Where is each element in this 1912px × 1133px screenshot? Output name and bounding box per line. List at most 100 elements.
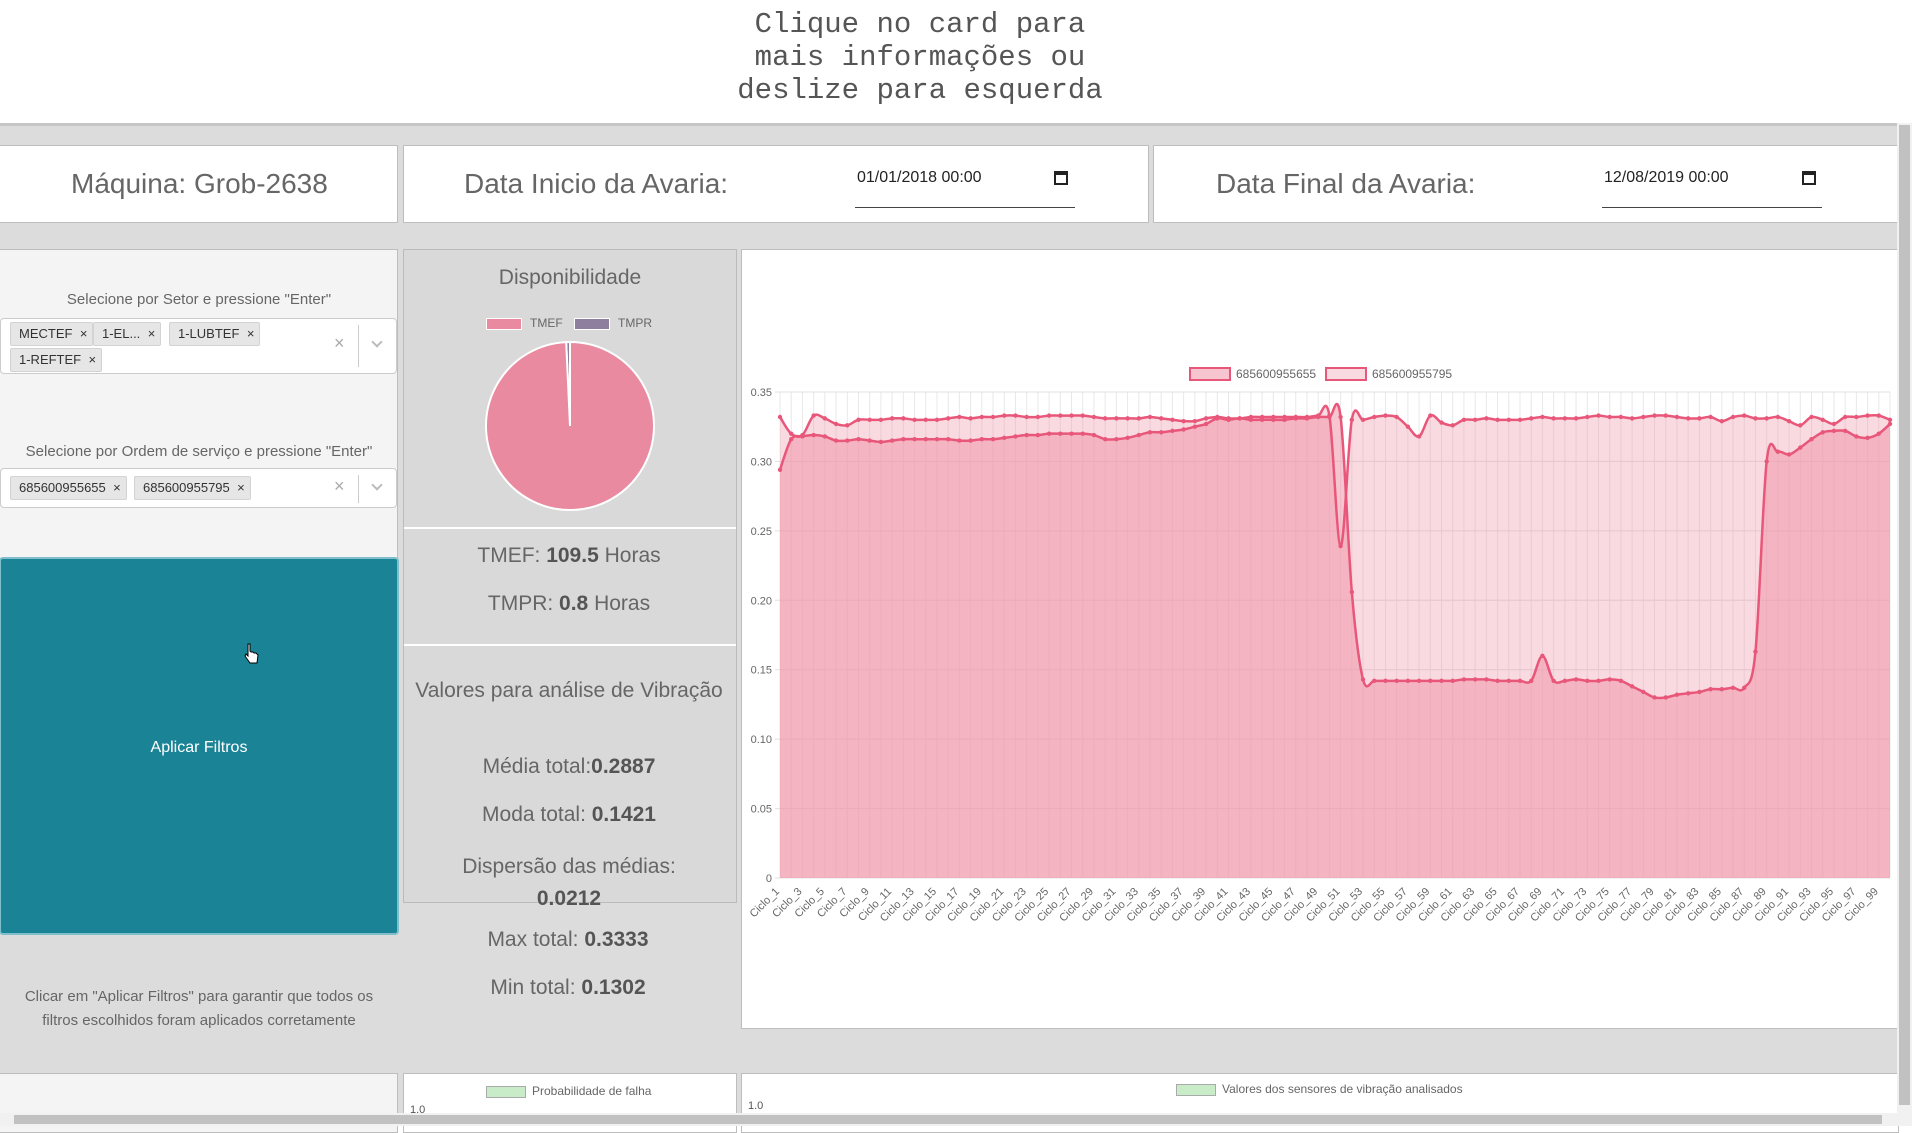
data-point (1730, 414, 1736, 420)
data-point (1461, 417, 1467, 422)
data-point (1484, 677, 1489, 682)
data-point (822, 434, 828, 439)
data-point (1551, 416, 1556, 421)
order-tag[interactable]: 685600955795 × (134, 476, 251, 500)
data-point (1551, 678, 1556, 684)
apply-filters-button[interactable]: Aplicar Filtros (0, 557, 399, 935)
data-point (1349, 417, 1355, 422)
data-point (945, 437, 951, 442)
start-date-input[interactable]: 01/01/2018 00:00 (857, 169, 982, 187)
data-point (945, 416, 951, 421)
tmef-stat: TMEF: 109.5 Horas (477, 544, 661, 567)
clear-icon[interactable]: × (334, 333, 345, 354)
sector-select[interactable]: MECTEF × 1-EL... × 1-LUBTEF × 1-REFTEF × × (0, 318, 397, 374)
remove-tag-icon[interactable]: × (247, 323, 255, 345)
calendar-icon[interactable] (1802, 171, 1816, 185)
data-point (1405, 424, 1411, 429)
data-point (1046, 413, 1052, 418)
data-point (833, 421, 839, 427)
data-point (1641, 689, 1646, 695)
data-point (1573, 416, 1579, 421)
data-point (889, 416, 895, 421)
data-point (845, 438, 850, 443)
data-point (1540, 653, 1545, 659)
moda-stat: Moda total: 0.1421 (482, 803, 656, 826)
tmef-legend-label: TMEF (530, 316, 563, 330)
data-point (1831, 428, 1837, 434)
data-point (1327, 413, 1332, 418)
data-point (1035, 414, 1041, 420)
data-point (1719, 686, 1725, 692)
data-point (1506, 417, 1511, 422)
sector-tag[interactable]: 1-EL... × (93, 322, 162, 346)
legend-swatch (1325, 367, 1367, 381)
max-stat: Max total: 0.3333 (487, 928, 649, 951)
data-point (777, 467, 783, 472)
data-point (856, 437, 861, 442)
dashboard-card[interactable]: Máquina: Grob-2638 Data Inicio da Avaria… (0, 123, 1899, 1133)
clear-icon[interactable]: × (334, 476, 345, 497)
data-point (1674, 692, 1680, 697)
vertical-scrollbar[interactable] (1897, 123, 1912, 1126)
chevron-down-icon[interactable] (371, 479, 383, 491)
separator (358, 475, 359, 503)
data-point (1674, 414, 1680, 420)
data-point (979, 437, 985, 442)
remove-tag-icon[interactable]: × (148, 323, 156, 345)
data-point (1114, 416, 1119, 421)
scrollbar-thumb[interactable] (1899, 125, 1910, 1105)
sector-tag[interactable]: MECTEF × (10, 322, 94, 346)
horizontal-scrollbar[interactable] (0, 1113, 1897, 1126)
data-point (1338, 543, 1343, 549)
data-point (822, 416, 828, 421)
data-point (1708, 686, 1713, 692)
data-point (1192, 424, 1198, 429)
start-date-underline (855, 207, 1075, 208)
end-date-input[interactable]: 12/08/2019 00:00 (1604, 169, 1729, 187)
data-point (1349, 589, 1355, 595)
legend-label: 685600955795 (1372, 367, 1452, 381)
data-point (1237, 416, 1242, 421)
data-point (1618, 678, 1624, 684)
data-point (1428, 678, 1433, 684)
y-tick-label: 0.30 (751, 456, 772, 468)
data-point (901, 416, 906, 421)
scrollbar-thumb[interactable] (14, 1115, 1882, 1124)
data-point (867, 438, 872, 443)
min-stat: Min total: 0.1302 (490, 976, 646, 999)
data-point (1663, 695, 1668, 700)
data-point (1876, 413, 1881, 418)
data-point (1170, 417, 1175, 422)
data-point (1652, 695, 1657, 700)
chevron-down-icon[interactable] (371, 336, 383, 348)
availability-title: Disponibilidade (498, 266, 642, 289)
data-point (1315, 413, 1321, 418)
data-point (867, 417, 872, 422)
data-point (1809, 414, 1814, 420)
order-select[interactable]: 685600955655 × 685600955795 × × (0, 468, 397, 508)
data-point (1697, 416, 1702, 421)
sector-tag[interactable]: 1-REFTEF × (10, 348, 103, 372)
sector-tag[interactable]: 1-LUBTEF × (169, 322, 261, 346)
data-point (1629, 416, 1635, 421)
data-point (1439, 420, 1444, 425)
order-tag[interactable]: 685600955655 × (10, 476, 127, 500)
tmpr-legend-label: TMPR (618, 316, 652, 330)
tmef-legend-swatch (486, 318, 522, 330)
remove-tag-icon[interactable]: × (237, 477, 245, 499)
data-point (1730, 685, 1736, 690)
data-point (1708, 414, 1713, 420)
data-point (789, 431, 794, 436)
data-point (1080, 413, 1085, 418)
data-point (1383, 678, 1388, 684)
remove-tag-icon[interactable]: × (113, 477, 121, 499)
remove-tag-icon[interactable]: × (89, 349, 97, 371)
data-point (1136, 432, 1141, 438)
legend-swatch (486, 1086, 526, 1098)
calendar-icon[interactable] (1054, 171, 1068, 185)
data-point (1147, 414, 1153, 420)
order-filter-label: Selecione por Ordem de serviço e pressio… (25, 443, 373, 460)
data-point (1629, 684, 1635, 689)
remove-tag-icon[interactable]: × (80, 323, 88, 345)
data-point (1147, 430, 1153, 435)
